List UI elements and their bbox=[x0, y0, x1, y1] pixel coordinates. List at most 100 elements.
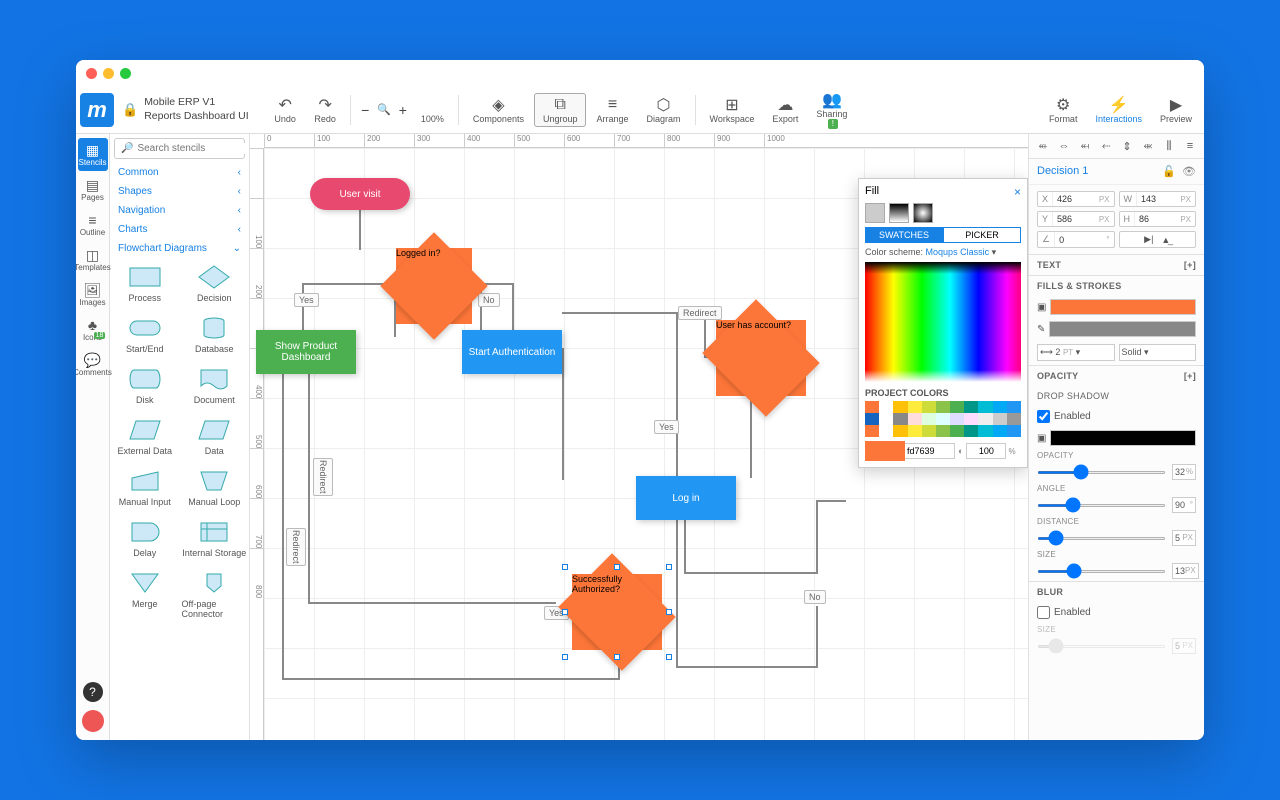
flip-field[interactable]: ▶|▲̲ bbox=[1119, 231, 1197, 248]
align-bottom-icon[interactable]: ⬺ bbox=[1142, 140, 1154, 152]
stencil-delay[interactable]: Delay bbox=[110, 513, 180, 564]
flip-h-icon[interactable]: ▶| bbox=[1144, 234, 1153, 245]
distribute-h-icon[interactable]: ⫼ bbox=[1163, 140, 1175, 152]
redo-button[interactable]: ↷Redo bbox=[306, 94, 344, 126]
stencil-off-page-connector[interactable]: Off-page Connector bbox=[180, 564, 250, 625]
stencil-process[interactable]: Process bbox=[110, 258, 180, 309]
zoom-out-button[interactable]: − bbox=[357, 102, 373, 118]
lock-toggle-icon[interactable]: 🔓 bbox=[1162, 165, 1176, 178]
stencil-database[interactable]: Database bbox=[180, 309, 250, 360]
shadow-enabled-checkbox[interactable] bbox=[1037, 410, 1050, 423]
shadow-angle-slider[interactable] bbox=[1037, 504, 1166, 507]
node-show-dashboard[interactable]: Show Product Dashboard bbox=[256, 330, 356, 374]
text-section[interactable]: TEXT bbox=[1037, 260, 1061, 270]
stencil-manual-input[interactable]: Manual Input bbox=[110, 462, 180, 513]
window-close-dot[interactable] bbox=[86, 68, 97, 79]
interactions-button[interactable]: ⚡Interactions bbox=[1087, 94, 1150, 126]
tab-swatches[interactable]: SWATCHES bbox=[865, 227, 943, 243]
distribute-v-icon[interactable]: ≡ bbox=[1184, 140, 1196, 152]
node-start-auth[interactable]: Start Authentication bbox=[462, 330, 562, 374]
zoom-level[interactable]: 100% bbox=[413, 94, 452, 126]
hex-input[interactable] bbox=[905, 443, 955, 459]
rail-icons[interactable]: ♣Icons bbox=[78, 313, 108, 346]
rail-templates[interactable]: ◫Templates bbox=[78, 243, 108, 276]
user-avatar[interactable] bbox=[82, 710, 104, 732]
node-has-account[interactable]: User has account? bbox=[716, 320, 806, 396]
project-color-grid[interactable] bbox=[865, 401, 1021, 437]
expand-icon[interactable]: [+] bbox=[1184, 260, 1196, 270]
format-button[interactable]: ⚙Format bbox=[1041, 94, 1086, 126]
document-title[interactable]: Mobile ERP V1 Reports Dashboard UI bbox=[144, 96, 264, 123]
stencil-start-end[interactable]: Start/End bbox=[110, 309, 180, 360]
category-flowchart-diagrams[interactable]: Flowchart Diagrams⌄ bbox=[110, 239, 249, 258]
rail-stencils[interactable]: ▦Stencils bbox=[78, 138, 108, 171]
opacity-section[interactable]: OPACITY bbox=[1037, 371, 1078, 381]
stencil-merge[interactable]: Merge bbox=[110, 564, 180, 625]
fill-color-bar[interactable] bbox=[1050, 299, 1196, 315]
expand-icon[interactable]: [+] bbox=[1184, 371, 1196, 381]
close-icon[interactable]: × bbox=[1014, 185, 1021, 199]
rail-pages[interactable]: ▤Pages bbox=[78, 173, 108, 206]
workspace-button[interactable]: ⊞Workspace bbox=[702, 94, 763, 126]
rail-outline[interactable]: ≡Outline bbox=[78, 208, 108, 241]
arrange-button[interactable]: ≡Arrange bbox=[588, 94, 636, 126]
shadow-color-bar[interactable] bbox=[1050, 430, 1196, 446]
undo-button[interactable]: ↶Undo bbox=[266, 94, 304, 126]
align-top-icon[interactable]: ⬸ bbox=[1100, 140, 1112, 152]
app-logo[interactable]: m bbox=[80, 93, 114, 127]
rotation-field[interactable]: ∠0° bbox=[1037, 231, 1115, 248]
category-shapes[interactable]: Shapes‹ bbox=[110, 182, 249, 201]
rail-images[interactable]: 🖼Images bbox=[78, 278, 108, 311]
sharing-button[interactable]: 👥Sharing! bbox=[808, 89, 855, 131]
ungroup-button[interactable]: ⧉Ungroup bbox=[534, 93, 587, 127]
y-field[interactable]: Y586PX bbox=[1037, 211, 1115, 227]
tab-picker[interactable]: PICKER bbox=[943, 227, 1021, 243]
components-button[interactable]: ◈Components bbox=[465, 94, 532, 126]
zoom-in-button[interactable]: + bbox=[395, 102, 411, 118]
node-authorized[interactable]: Successfully Authorized? bbox=[572, 574, 662, 650]
stencil-data[interactable]: Data bbox=[180, 411, 250, 462]
h-field[interactable]: H86PX bbox=[1119, 211, 1197, 227]
swatch-solid[interactable] bbox=[865, 203, 885, 223]
preview-button[interactable]: ▶Preview bbox=[1152, 94, 1200, 126]
shadow-size-slider[interactable] bbox=[1037, 570, 1166, 573]
w-field[interactable]: W143PX bbox=[1119, 191, 1197, 207]
window-minimize-dot[interactable] bbox=[103, 68, 114, 79]
align-left-icon[interactable]: ⬴ bbox=[1037, 140, 1049, 152]
diagram-button[interactable]: ⬡Diagram bbox=[639, 94, 689, 126]
stencil-decision[interactable]: Decision bbox=[180, 258, 250, 309]
scheme-link[interactable]: Moqups Classic bbox=[926, 247, 990, 257]
visibility-icon[interactable]: 👁 bbox=[1182, 165, 1196, 178]
align-right-icon[interactable]: ⬶ bbox=[1079, 140, 1091, 152]
swatch-linear[interactable] bbox=[889, 203, 909, 223]
node-user-visit[interactable]: User visit bbox=[310, 178, 410, 210]
category-navigation[interactable]: Navigation‹ bbox=[110, 201, 249, 220]
node-logged-in[interactable]: Logged in? bbox=[396, 248, 472, 324]
swatch-radial[interactable] bbox=[913, 203, 933, 223]
blur-enabled-checkbox[interactable] bbox=[1037, 606, 1050, 619]
shadow-opacity-slider[interactable] bbox=[1037, 471, 1166, 474]
stroke-width-field[interactable]: ⟷ 2 PT ▾ bbox=[1037, 344, 1115, 361]
x-field[interactable]: X426PX bbox=[1037, 191, 1115, 207]
help-button[interactable]: ? bbox=[83, 682, 103, 702]
selected-element-name[interactable]: Decision 1 bbox=[1037, 165, 1088, 178]
stencil-manual-loop[interactable]: Manual Loop bbox=[180, 462, 250, 513]
canvas[interactable]: Yes No Redirect Yes Redirect Redirect No… bbox=[264, 148, 1028, 740]
search-stencils[interactable]: 🔎 bbox=[114, 138, 245, 159]
category-common[interactable]: Common‹ bbox=[110, 163, 249, 182]
align-center-h-icon[interactable]: ⇔ bbox=[1058, 140, 1070, 152]
stroke-color-bar[interactable] bbox=[1049, 321, 1196, 337]
window-zoom-dot[interactable] bbox=[120, 68, 131, 79]
stencil-internal-storage[interactable]: Internal Storage bbox=[180, 513, 250, 564]
shadow-distance-slider[interactable] bbox=[1037, 537, 1166, 540]
search-input[interactable] bbox=[137, 143, 250, 154]
stencil-document[interactable]: Document bbox=[180, 360, 250, 411]
rail-comments[interactable]: 💬Comments18 bbox=[78, 348, 108, 381]
align-center-v-icon[interactable]: ⇕ bbox=[1121, 140, 1133, 152]
color-palette[interactable] bbox=[865, 262, 1021, 382]
stroke-style-field[interactable]: Solid ▾ bbox=[1119, 344, 1197, 361]
fill-opacity-input[interactable] bbox=[966, 443, 1006, 459]
node-login[interactable]: Log in bbox=[636, 476, 736, 520]
stencil-external-data[interactable]: External Data bbox=[110, 411, 180, 462]
category-charts[interactable]: Charts‹ bbox=[110, 220, 249, 239]
